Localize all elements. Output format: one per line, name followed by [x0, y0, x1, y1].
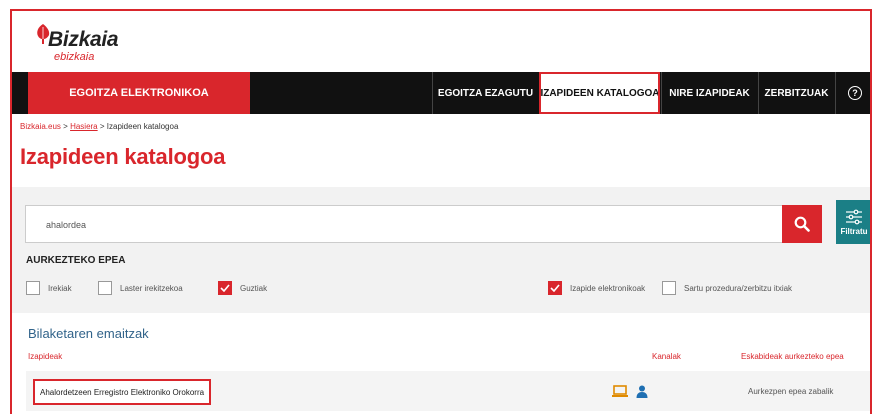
- breadcrumb-separator: >: [99, 122, 105, 131]
- page-frame: Bizkaia ebizkaia EGOITZA ELEKTRONIKOA EG…: [10, 9, 872, 414]
- search-panel: ahalordea Filtratu AURKEZTEKO EPEA Ireki…: [12, 187, 870, 313]
- breadcrumb: Bizkaia.eus > Hasiera > Izapideen katalo…: [20, 122, 178, 131]
- result-status: Aurkezpen epea zabalik: [748, 387, 834, 396]
- column-header-izapideak: Izapideak: [28, 352, 63, 361]
- logo-subtitle: ebizkaia: [54, 51, 95, 63]
- sliders-icon: [846, 209, 862, 224]
- checkbox-guztiak[interactable]: Guztiak: [218, 281, 267, 295]
- checkbox-label: Izapide elektronikoak: [570, 283, 646, 293]
- breadcrumb-home[interactable]: Bizkaia.eus: [20, 122, 61, 131]
- nav-item-nire-izapideak[interactable]: NIRE IZAPIDEAK: [661, 72, 757, 114]
- checkbox-sartu-prozedura-itxiak[interactable]: Sartu prozedura/zerbitzu itxiak: [662, 281, 792, 295]
- laptop-icon[interactable]: [612, 385, 628, 398]
- column-header-eskabideak-epea: Eskabideak aurkezteko epea: [741, 352, 844, 361]
- help-button[interactable]: ?: [835, 72, 870, 114]
- search-input-value: ahalordea: [46, 220, 87, 230]
- nav-item-izapideen-katalogoa[interactable]: IZAPIDEEN KATALOGOA: [539, 72, 660, 114]
- table-row[interactable]: Ahalordetzeen Erregistro Elektroniko Oro…: [26, 371, 870, 411]
- checkbox-box[interactable]: [26, 281, 40, 295]
- checkbox-label: Guztiak: [240, 283, 268, 293]
- search-button[interactable]: [782, 205, 822, 243]
- checkbox-box[interactable]: [662, 281, 676, 295]
- checkbox-label: Sartu prozedura/zerbitzu itxiak: [684, 283, 793, 293]
- breadcrumb-current: Izapideen katalogoa: [106, 122, 179, 131]
- nav-item-zerbitzuak[interactable]: ZERBITZUAK: [758, 72, 834, 114]
- section-label-aurkezteko-epea: AURKEZTEKO EPEA: [26, 255, 126, 266]
- filter-button-label: Filtratu: [840, 226, 868, 236]
- search-input[interactable]: ahalordea: [25, 205, 783, 243]
- checkbox-izapide-elektronikoak[interactable]: Izapide elektronikoak: [548, 281, 645, 295]
- checkbox-box-checked[interactable]: [218, 281, 232, 295]
- logo-title: Bizkaia: [48, 28, 119, 51]
- checkmark-icon: [220, 284, 230, 292]
- result-link-name[interactable]: Ahalordetzeen Erregistro Elektroniko Oro…: [32, 379, 212, 405]
- breadcrumb-separator: >: [63, 122, 68, 131]
- search-icon: [794, 216, 810, 232]
- main-navbar: EGOITZA ELEKTRONIKOA EGOITZA EZAGUTU IZA…: [12, 72, 870, 114]
- results-title: Bilaketaren emaitzak: [28, 326, 149, 341]
- help-icon: ?: [848, 86, 862, 100]
- checkbox-label: Laster irekitzekoa: [120, 283, 183, 293]
- page-title: Izapideen katalogoa: [20, 144, 226, 169]
- checkbox-label: Irekiak: [48, 283, 72, 293]
- checkbox-box[interactable]: [98, 281, 112, 295]
- breadcrumb-hasiera[interactable]: Hasiera: [70, 122, 98, 131]
- filter-button[interactable]: Filtratu: [836, 200, 870, 244]
- checkbox-laster-irekitzekoa[interactable]: Laster irekitzekoa: [98, 281, 183, 295]
- nav-item-egoitza-ezagutu[interactable]: EGOITZA EZAGUTU: [432, 72, 538, 114]
- checkbox-irekiak[interactable]: Irekiak: [26, 281, 72, 295]
- checkbox-box-checked[interactable]: [548, 281, 562, 295]
- column-header-kanalak: Kanalak: [652, 352, 681, 361]
- nav-egoitza-elektronikoa[interactable]: EGOITZA ELEKTRONIKOA: [28, 72, 250, 114]
- checkmark-icon: [550, 284, 560, 292]
- person-icon[interactable]: [636, 385, 648, 398]
